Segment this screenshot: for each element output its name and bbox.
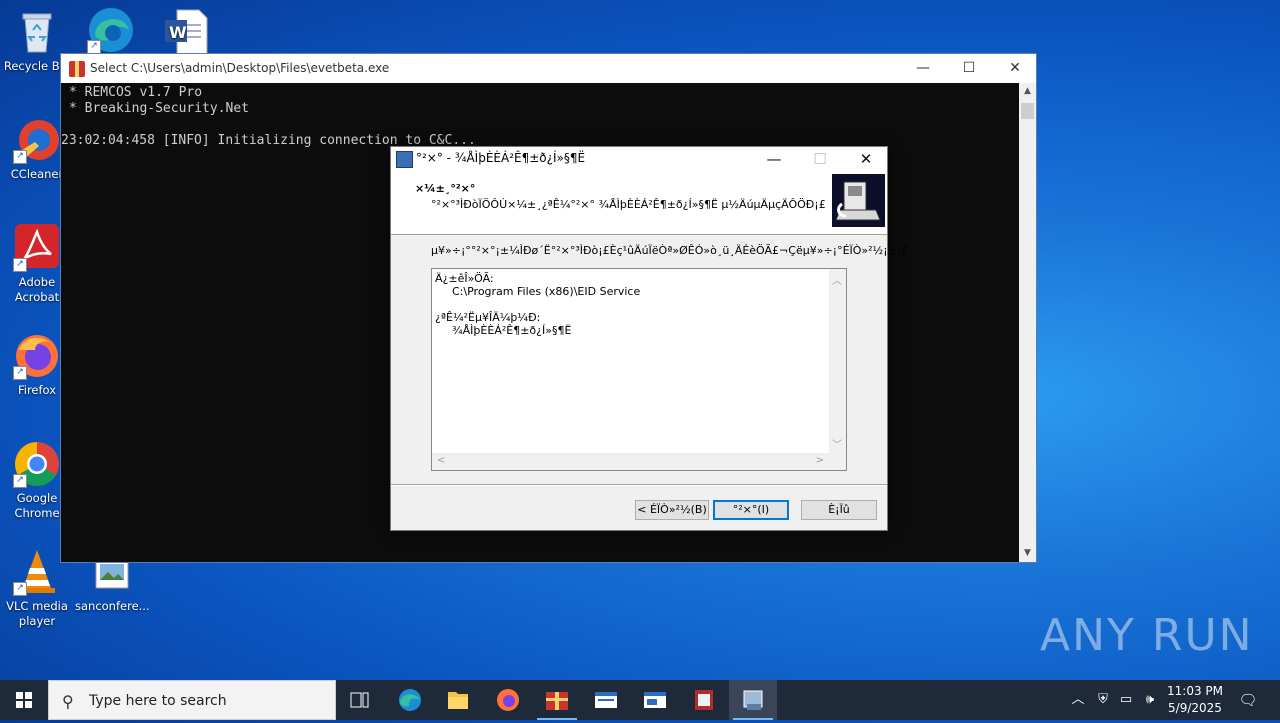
- destination-value: C:\Program Files (x86)\EID Service: [452, 285, 641, 298]
- scroll-left-chevron-icon[interactable]: <: [437, 455, 445, 466]
- scroll-thumb[interactable]: [1021, 103, 1034, 119]
- recycle-bin-icon: [13, 8, 61, 56]
- desktop-icon-image-file[interactable]: sanconfere...: [75, 556, 150, 614]
- maximize-button[interactable]: ☐: [946, 54, 992, 83]
- acrobat-icon: ↗: [13, 224, 61, 272]
- close-button[interactable]: ✕: [992, 54, 1038, 83]
- scroll-right-chevron-icon[interactable]: >: [816, 455, 824, 466]
- scroll-down-arrow-icon[interactable]: ▼: [1019, 545, 1036, 562]
- dialog-title-bar[interactable]: °²×° - ¾ÅÌþÈÈÁ²Ê¶±ð¿Í»§¶Ë — ☐ ✕: [391, 147, 887, 171]
- taskbar-clock[interactable]: 11:03 PM 5/9/2025: [1160, 683, 1230, 717]
- taskbar-search-box[interactable]: ⚲ Type here to search: [48, 680, 336, 720]
- ready-memo[interactable]: Ä¿±êÎ»ÖÃ: C:\Program Files (x86)\EID Ser…: [431, 268, 847, 471]
- memo-vertical-scrollbar[interactable]: ︿ ﹀: [829, 269, 846, 453]
- notification-icon[interactable]: 🗨: [1234, 680, 1262, 720]
- taskbar-firefox[interactable]: [484, 680, 532, 720]
- red-app-icon: [695, 690, 713, 710]
- clock-date: 5/9/2025: [1168, 701, 1222, 715]
- network-icon[interactable]: ▭: [1115, 680, 1137, 720]
- install-button[interactable]: °²×°(I): [713, 500, 789, 520]
- taskbar-red-app[interactable]: [680, 680, 728, 720]
- firefox-icon: ↗: [13, 332, 61, 380]
- installer-computer-icon: [832, 174, 885, 227]
- gift-app-icon: [69, 61, 85, 77]
- installer-dialog[interactable]: °²×° - ¾ÅÌþÈÈÁ²Ê¶±ð¿Í»§¶Ë — ☐ ✕ ×¼±¸°²×°…: [390, 146, 908, 531]
- firefox-icon: [497, 689, 519, 711]
- taskbar-window-app-1[interactable]: [582, 680, 630, 720]
- dialog-header: ×¼±¸°²×° °²×°³ÌÐòÏÖÔÚ×¼±¸¿ªÊ¼°²×° ¾ÅÌþÈÈ…: [391, 171, 887, 235]
- installer-icon: [743, 690, 763, 710]
- search-icon: ⚲: [62, 692, 74, 711]
- desktop-icon-label: VLC media player: [6, 599, 68, 628]
- header-title: ×¼±¸°²×°: [415, 182, 476, 195]
- anyrun-watermark: ANY RUN: [1040, 610, 1254, 661]
- shortcut-arrow-icon: ↗: [13, 474, 27, 488]
- dialog-minimize-button[interactable]: —: [751, 147, 797, 171]
- instruction-text: µ¥»÷¡°°²×°¡±¼ÌÐø´Ë°²×°³ÌÐò¡£Èç¹ûÄúÏëÒª»Ø…: [431, 244, 909, 257]
- desktop-icon-label: sanconfere...: [75, 599, 150, 613]
- shortcut-arrow-icon: ↗: [87, 40, 101, 54]
- dialog-title: °²×° - ¾ÅÌþÈÈÁ²Ê¶±ð¿Í»§¶Ë: [416, 151, 586, 165]
- scroll-down-chevron-icon[interactable]: ﹀: [832, 436, 842, 451]
- back-button[interactable]: < ÉÏÒ»²½(B): [635, 500, 709, 520]
- shortcut-arrow-icon: ↗: [13, 150, 27, 164]
- dialog-close-button[interactable]: ✕: [843, 147, 889, 171]
- search-placeholder: Type here to search: [89, 693, 227, 709]
- start-button[interactable]: [0, 680, 48, 720]
- taskbar-gift-app[interactable]: [533, 680, 581, 720]
- task-view-button[interactable]: [336, 680, 384, 720]
- window-app-icon: [595, 692, 617, 708]
- installer-app-icon: [396, 151, 413, 168]
- task-view-icon: [350, 692, 369, 708]
- show-hidden-icons-chevron-icon[interactable]: ︿: [1068, 680, 1088, 720]
- taskbar: ⚲ Type here to search ︿ ⛨ ▭ 🕪 11:03 PM 5…: [0, 680, 1280, 720]
- destination-label: Ä¿±êÎ»ÖÃ:: [435, 272, 494, 285]
- taskbar-installer[interactable]: [729, 680, 777, 720]
- scroll-corner: [829, 453, 846, 470]
- scroll-up-chevron-icon[interactable]: ︿: [832, 272, 842, 287]
- memo-horizontal-scrollbar[interactable]: < >: [432, 453, 829, 470]
- taskbar-edge[interactable]: [386, 680, 434, 720]
- minimize-button[interactable]: —: [900, 54, 946, 83]
- console-window-title: Select C:\Users\admin\Desktop\Files\evet…: [90, 61, 390, 75]
- clock-time: 11:03 PM: [1167, 684, 1223, 698]
- console-scrollbar[interactable]: ▲ ▼: [1019, 83, 1036, 562]
- word-document-icon: W: [161, 8, 209, 56]
- chrome-icon: ↗: [13, 440, 61, 488]
- taskbar-window-app-2[interactable]: [631, 680, 679, 720]
- dialog-maximize-button: ☐: [813, 150, 827, 168]
- windows-logo-icon: [16, 692, 32, 708]
- console-line: * REMCOS v1.7 Pro: [69, 85, 203, 100]
- shortcut-arrow-icon: ↗: [13, 258, 27, 272]
- edge-icon: ↗: [87, 6, 135, 54]
- cancel-button[interactable]: È¡Ïû: [801, 500, 877, 520]
- console-line: * Breaking-Security.Net: [69, 101, 250, 116]
- vlc-icon: ↗: [13, 548, 61, 596]
- start-menu-value: ¾ÅÌþÈÈÁ²Ê¶±ð¿Í»§¶Ë: [452, 324, 572, 337]
- security-shield-icon[interactable]: ⛨: [1092, 680, 1114, 720]
- desktop-icon-edge[interactable]: ↗: [74, 6, 148, 57]
- dialog-separator: [391, 484, 887, 486]
- console-title-bar[interactable]: Select C:\Users\admin\Desktop\Files\evet…: [61, 54, 1036, 83]
- shortcut-arrow-icon: ↗: [13, 366, 27, 380]
- scroll-up-arrow-icon[interactable]: ▲: [1019, 83, 1036, 100]
- gift-icon: [546, 692, 568, 710]
- desktop-icon-word[interactable]: W: [148, 8, 222, 59]
- folder-icon: [448, 692, 468, 709]
- header-subtitle: °²×°³ÌÐòÏÖÔÚ×¼±¸¿ªÊ¼°²×° ¾ÅÌþÈÈÁ²Ê¶±ð¿Í»…: [431, 198, 826, 211]
- taskbar-file-explorer[interactable]: [434, 680, 482, 720]
- window-app-icon: [644, 692, 666, 708]
- edge-icon: [399, 689, 421, 711]
- ccleaner-icon: ↗: [13, 116, 61, 164]
- shortcut-arrow-icon: ↗: [13, 582, 27, 596]
- svg-text:W: W: [169, 23, 187, 42]
- volume-icon[interactable]: 🕪: [1139, 680, 1161, 720]
- start-menu-label: ¿ªÊ¼²Ëµ¥ÎÄ¼þ¼Ð:: [435, 311, 541, 324]
